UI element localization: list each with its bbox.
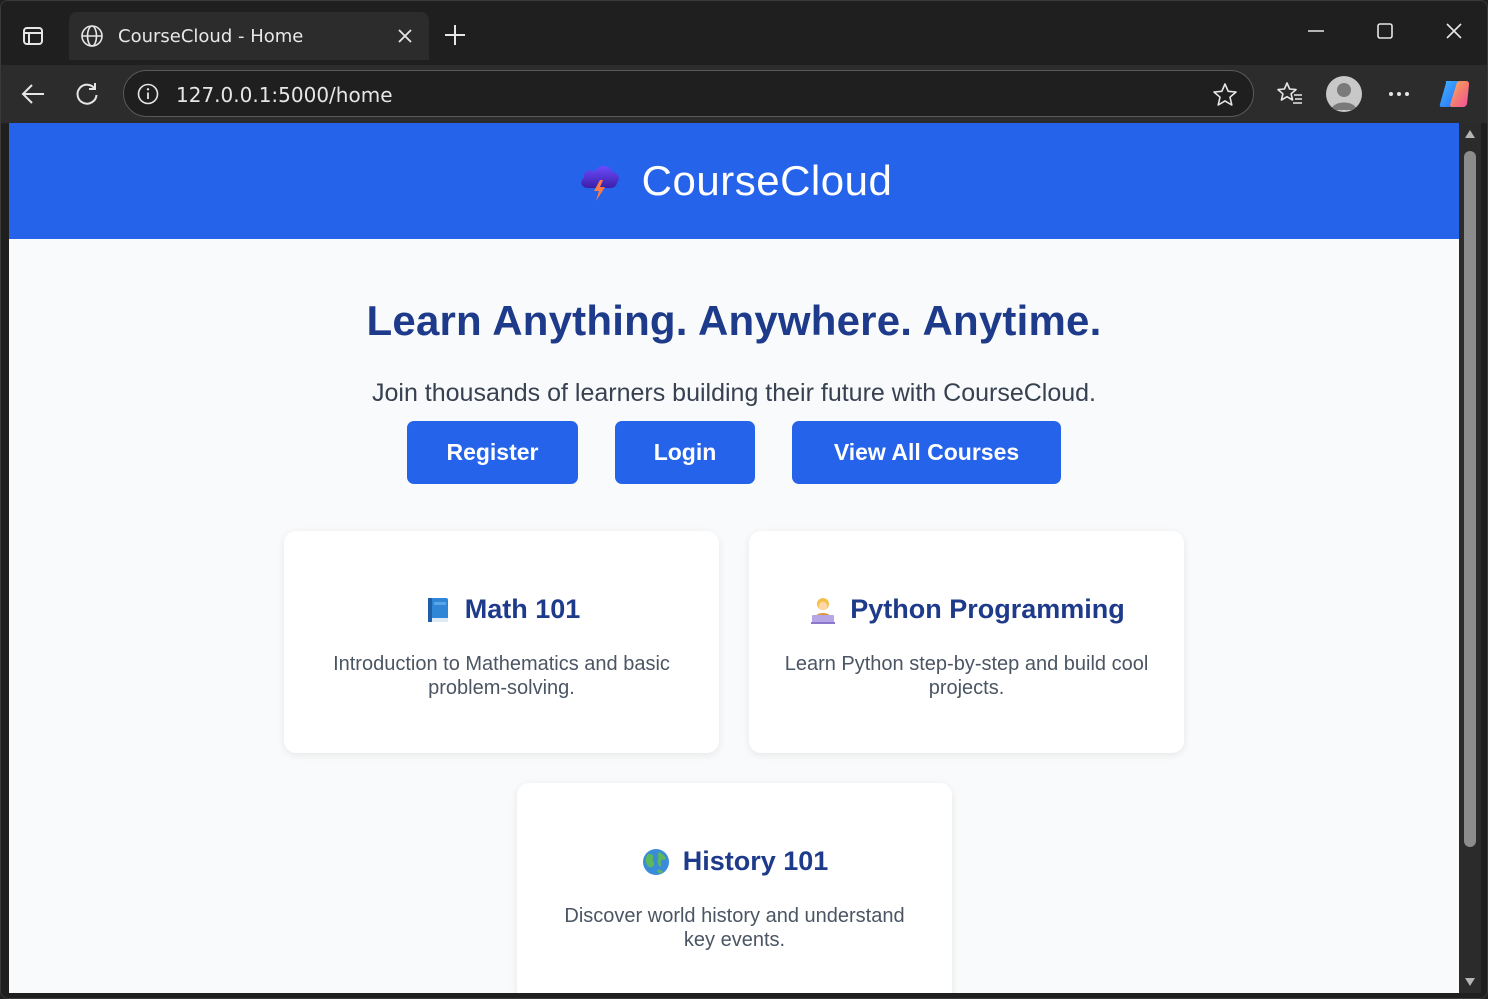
tab-title: CourseCloud - Home [118, 25, 304, 47]
course-card-python-programming[interactable]: Python Programming Learn Python step-by-… [749, 531, 1184, 753]
refresh-button[interactable] [69, 76, 105, 112]
course-description: Learn Python step-by-step and build cool… [784, 653, 1149, 699]
tab-actions-button[interactable] [15, 20, 51, 52]
course-title: History 101 [682, 846, 829, 876]
scroll-thumb[interactable] [1464, 151, 1476, 847]
course-title-row: History 101 [517, 846, 952, 877]
course-card-math-101[interactable]: Math 101 Introduction to Mathematics and… [284, 531, 719, 753]
browser-window: CourseCloud - Home 127.0.0.1:5000/home C… [0, 0, 1488, 999]
cloud-lightning-logo-icon [580, 166, 619, 201]
refresh-icon [76, 83, 98, 105]
back-arrow-icon [21, 84, 44, 104]
hero-headline: Learn Anything. Anywhere. Anytime. [366, 297, 1102, 344]
star-icon[interactable] [1211, 81, 1239, 109]
hero-section: Learn Anything. Anywhere. Anytime. Join … [9, 297, 1459, 484]
plus-icon [445, 25, 465, 45]
cta-buttons: Register Login View All Courses [9, 421, 1459, 484]
login-button[interactable]: Login [615, 421, 755, 484]
technologist-icon [808, 595, 838, 625]
favorites-button[interactable] [1272, 76, 1308, 112]
favorites-list-icon [1277, 82, 1302, 104]
course-title-row: Math 101 [284, 594, 719, 625]
tab-actions-icon [23, 27, 43, 45]
scroll-down-arrow-icon[interactable] [1463, 975, 1477, 989]
address-bar[interactable]: 127.0.0.1:5000/home [123, 70, 1254, 117]
course-title: Math 101 [464, 594, 581, 624]
close-tab-icon[interactable] [393, 24, 417, 48]
hero-subtitle: Join thousands of learners building thei… [371, 379, 1097, 407]
copilot-button[interactable] [1436, 76, 1472, 112]
close-window-button[interactable] [1436, 15, 1472, 47]
user-icon [1331, 83, 1357, 110]
course-description: Introduction to Mathematics and basic pr… [333, 653, 670, 699]
blue-book-icon [423, 595, 453, 625]
scroll-up-arrow-icon[interactable] [1463, 127, 1477, 141]
profile-avatar[interactable] [1326, 76, 1362, 112]
minimize-icon [1308, 30, 1324, 32]
register-button[interactable]: Register [407, 421, 578, 484]
page-viewport: CourseCloud Learn Anything. Anywhere. An… [9, 123, 1459, 993]
close-icon [1446, 23, 1462, 39]
site-title[interactable]: CourseCloud [642, 157, 893, 205]
ellipsis-icon [1389, 92, 1409, 96]
course-title-row: Python Programming [749, 594, 1184, 625]
active-tab[interactable]: CourseCloud - Home [69, 12, 429, 60]
browser-toolbar: 127.0.0.1:5000/home [1, 65, 1487, 123]
globe-icon [641, 847, 671, 877]
new-tab-button[interactable] [439, 19, 471, 51]
url-text[interactable]: 127.0.0.1:5000/home [176, 83, 393, 107]
course-card-history-101[interactable]: History 101 Discover world history and u… [517, 783, 952, 993]
globe-favicon-icon [79, 23, 105, 49]
maximize-icon [1377, 23, 1393, 39]
view-all-courses-button[interactable]: View All Courses [792, 421, 1061, 484]
back-button[interactable] [15, 76, 51, 112]
minimize-button[interactable] [1298, 15, 1334, 47]
site-info-icon[interactable] [136, 82, 160, 106]
more-options-button[interactable] [1381, 76, 1417, 112]
maximize-button[interactable] [1367, 15, 1403, 47]
course-title: Python Programming [850, 594, 1125, 624]
tab-bar: CourseCloud - Home [1, 1, 1487, 65]
copilot-icon [1439, 81, 1470, 107]
page-scrollbar[interactable] [1459, 123, 1481, 993]
site-header: CourseCloud [9, 123, 1459, 239]
course-description: Discover world history and understand ke… [564, 905, 905, 951]
